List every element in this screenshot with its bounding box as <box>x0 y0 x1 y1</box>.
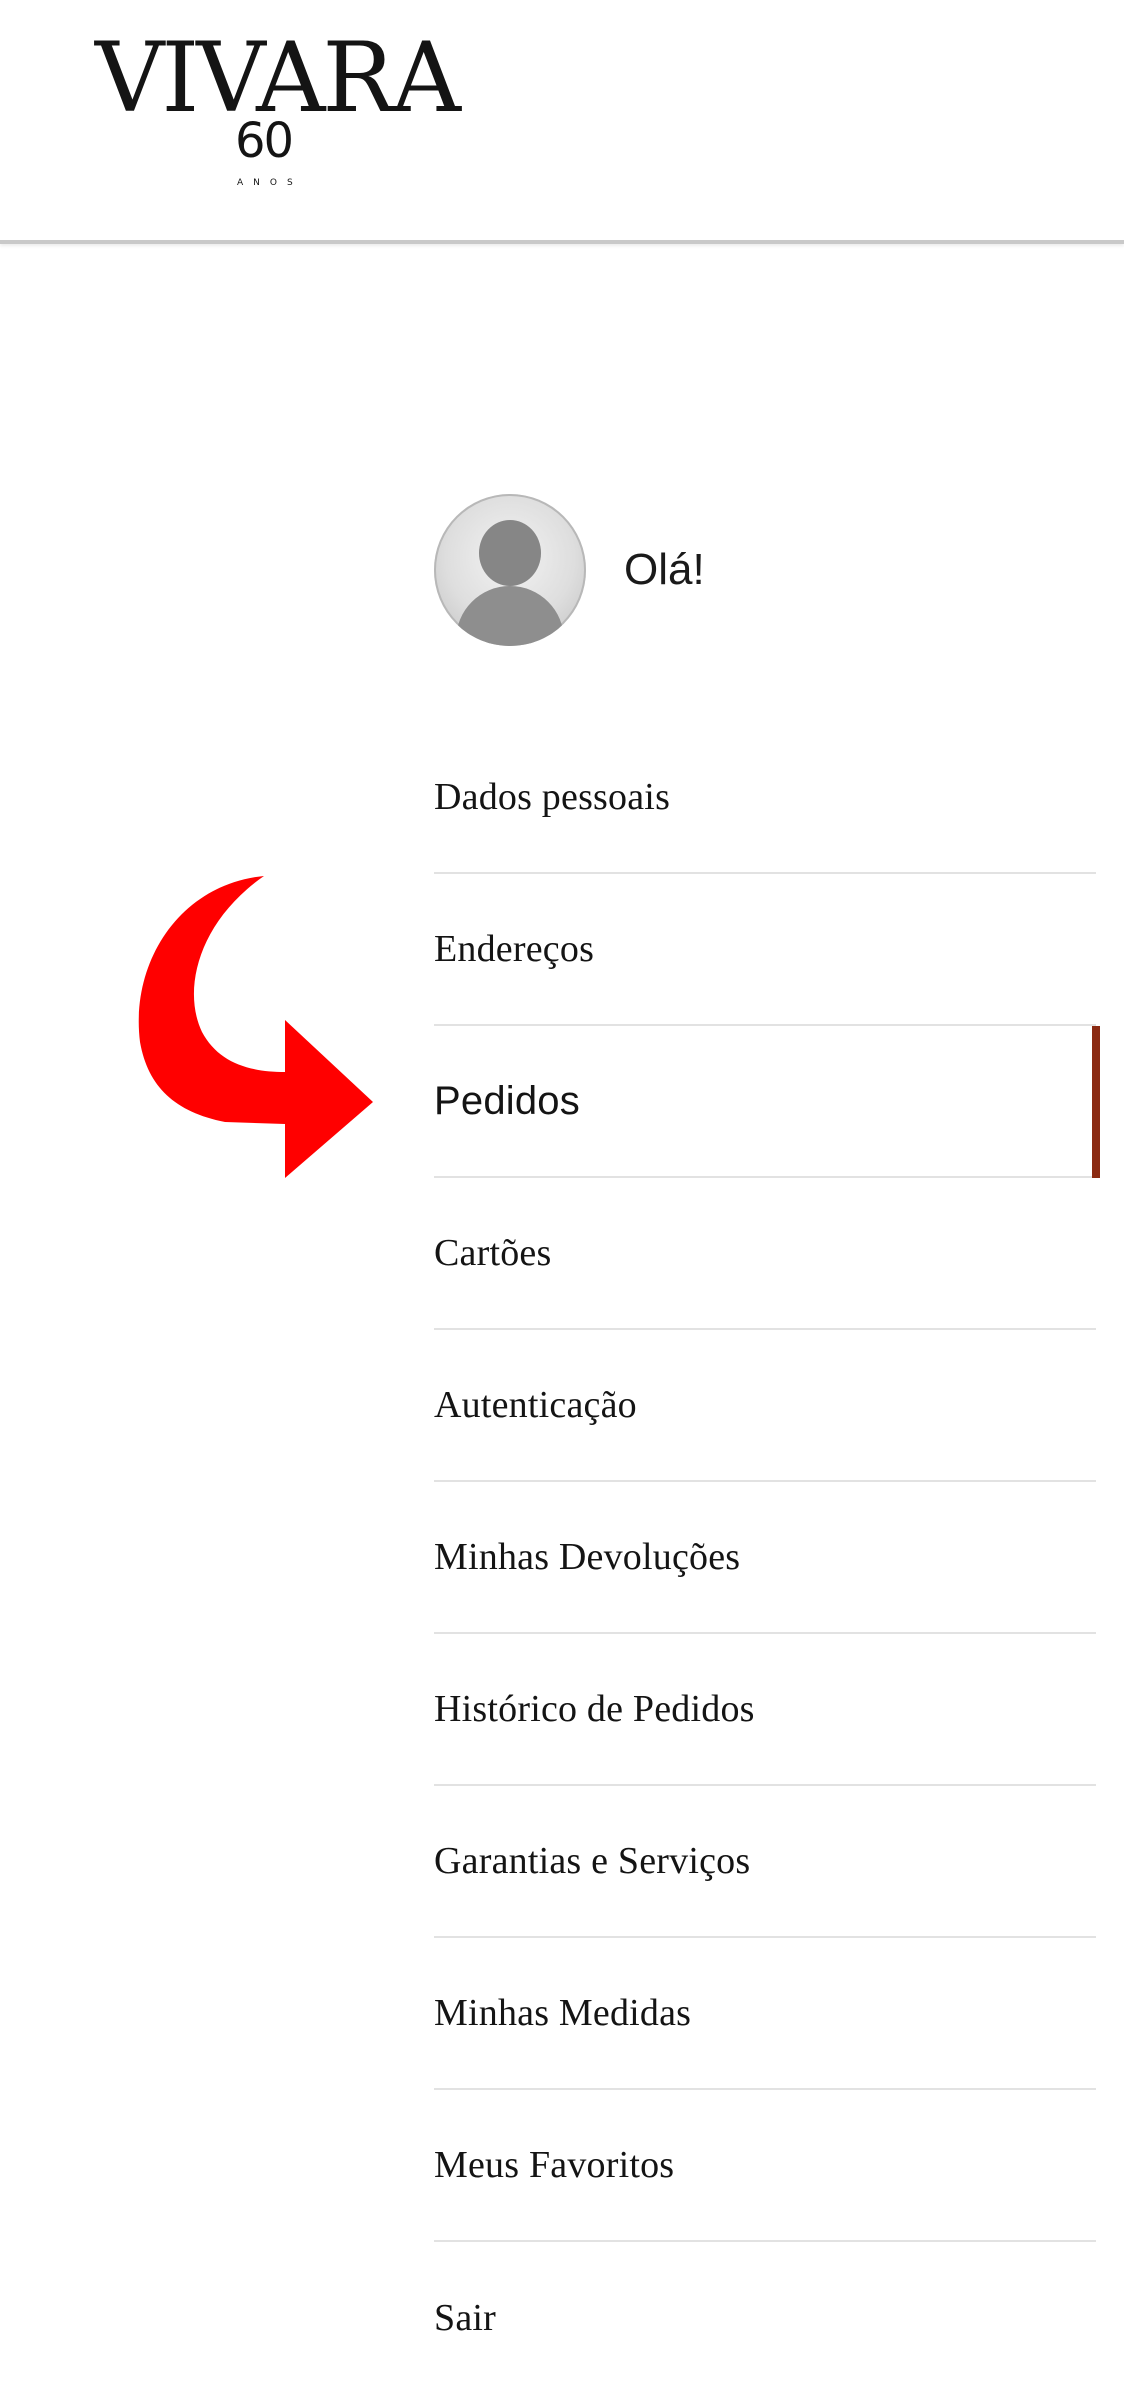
avatar <box>434 494 586 646</box>
menu-item-label: Pedidos <box>434 1078 580 1123</box>
vivara-logo[interactable]: VIVARA 60 ANOS <box>95 28 465 198</box>
greeting-text: Olá! <box>624 545 705 594</box>
menu-item-meus-favoritos[interactable]: Meus Favoritos <box>434 2090 1096 2242</box>
menu-item-minhas-medidas[interactable]: Minhas Medidas <box>434 1938 1096 2090</box>
menu-item-dados-pessoais[interactable]: Dados pessoais <box>434 722 1096 874</box>
site-header: VIVARA 60 ANOS <box>0 0 1124 244</box>
menu-item-label: Endereços <box>434 928 595 970</box>
menu-item-label: Cartões <box>434 1232 552 1274</box>
avatar-body <box>456 586 564 646</box>
menu-item-label: Minhas Devoluções <box>434 1536 741 1578</box>
menu-item-pedidos[interactable]: Pedidos <box>434 1026 1100 1178</box>
user-profile: Olá! <box>434 492 705 648</box>
menu-item-sair[interactable]: Sair <box>434 2242 1096 2394</box>
menu-item-cartoes[interactable]: Cartões <box>434 1178 1096 1330</box>
avatar-head <box>479 520 541 586</box>
menu-item-label: Meus Favoritos <box>434 2144 675 2186</box>
menu-item-label: Garantias e Serviços <box>434 1840 751 1882</box>
curved-arrow-right-icon <box>138 876 373 1178</box>
logo-anniversary-number: 60 <box>235 113 294 169</box>
menu-item-garantias-e-servicos[interactable]: Garantias e Serviços <box>434 1786 1096 1938</box>
menu-item-minhas-devolucoes[interactable]: Minhas Devoluções <box>434 1482 1096 1634</box>
menu-item-historico-de-pedidos[interactable]: Histórico de Pedidos <box>434 1634 1096 1786</box>
menu-item-label: Histórico de Pedidos <box>434 1688 755 1730</box>
menu-item-enderecos[interactable]: Endereços <box>434 874 1096 1026</box>
menu-item-label: Minhas Medidas <box>434 1992 692 2034</box>
active-indicator <box>1092 1026 1100 1178</box>
menu-item-label: Dados pessoais <box>434 776 671 818</box>
account-menu: Dados pessoais Endereços Pedidos Cartões… <box>434 722 1100 2394</box>
menu-item-autenticacao[interactable]: Autenticação <box>434 1330 1096 1482</box>
menu-item-label: Autenticação <box>434 1384 637 1426</box>
logo-anniversary-label: ANOS <box>237 178 303 188</box>
menu-item-label: Sair <box>434 2297 497 2339</box>
